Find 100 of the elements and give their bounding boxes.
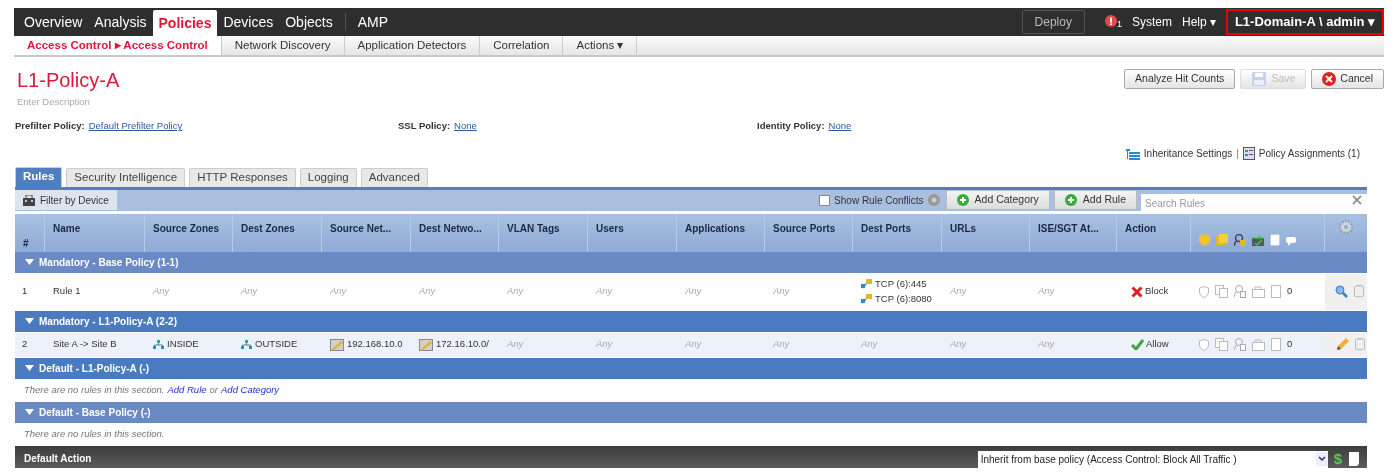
inheritance-link[interactable]: Inheritance Settings: [1143, 146, 1233, 161]
subnav-item[interactable]: Network Discovery: [221, 36, 345, 55]
column-header: VLAN Tags: [507, 222, 560, 234]
any-value: Any: [596, 337, 613, 352]
rule-tab[interactable]: Security Intelligence: [66, 167, 186, 187]
system-menu[interactable]: System: [1131, 13, 1172, 31]
deploy-button[interactable]: Deploy: [1021, 10, 1085, 34]
subnav-item[interactable]: Application Detectors: [344, 36, 481, 55]
hit-count: 0: [1287, 337, 1293, 352]
zone-icon: [153, 339, 164, 350]
port-icon: [861, 293, 872, 304]
any-value: Any: [773, 284, 790, 299]
action-label: Block: [1145, 284, 1169, 299]
any-value: Any: [419, 284, 436, 299]
collapse-icon: [25, 365, 34, 371]
conflicts-checkbox[interactable]: [819, 194, 831, 206]
nav-tab[interactable]: Analysis: [88, 8, 153, 36]
nav-tab[interactable]: Objects: [279, 8, 339, 36]
user-menu[interactable]: L1-Domain-A \ admin ▾: [1226, 9, 1384, 35]
empty-message: There are no rules in this section.: [24, 382, 165, 397]
nav-tab[interactable]: Policies: [152, 10, 218, 36]
collapse-icon: [25, 318, 34, 324]
subnav-item[interactable]: Access Control ▸ Access Control: [14, 36, 222, 55]
rule-tab[interactable]: Rules: [15, 166, 63, 187]
subnav-item[interactable]: Actions ▾: [563, 36, 638, 55]
column-header: Source Net...: [330, 222, 392, 234]
add-rule-link[interactable]: Add Rule: [167, 382, 207, 398]
port-icon: [861, 279, 872, 290]
document-icon: [1271, 285, 1281, 298]
shield-icon: [1199, 338, 1209, 351]
add-category-button[interactable]: Add Category: [945, 190, 1050, 210]
column-header: Dest Zones: [241, 222, 295, 234]
rule-name: Rule 1: [53, 284, 81, 299]
setting-link[interactable]: None: [828, 119, 852, 134]
any-value: Any: [950, 337, 967, 352]
help-menu[interactable]: Help ▾: [1182, 13, 1216, 31]
add-category-link[interactable]: Add Category: [221, 382, 280, 398]
zone-icon: [241, 339, 252, 350]
add-rule-button[interactable]: Add Rule: [1053, 190, 1137, 210]
save-icon: [1251, 72, 1268, 86]
setting-link[interactable]: None: [454, 119, 477, 134]
subnav-item[interactable]: Correlation: [480, 36, 564, 55]
any-value: Any: [685, 284, 702, 299]
column-header: Source Zones: [153, 222, 220, 234]
section-header[interactable]: Mandatory - L1-Policy-A (2-2): [15, 310, 1367, 332]
rule-tab[interactable]: Advanced: [360, 167, 428, 187]
rule-row[interactable]: 2 Site A -> Site B INSIDE OUTSIDE 192.168.10.0 172.16.10.0/ Any Any Any Any Any Any Any Allow 0: [15, 332, 1367, 357]
default-action-select[interactable]: Inherit from base policy (Access Control: Block All Traffic ): [977, 450, 1328, 468]
any-value: Any: [596, 284, 613, 299]
any-value: Any: [330, 284, 347, 299]
device-icon: [23, 194, 35, 206]
cell-value: TCP (6):8080: [875, 291, 932, 306]
folder-icon: [1216, 233, 1228, 246]
network-icon: [419, 338, 433, 351]
any-value: Any: [1038, 284, 1055, 299]
column-header: Action: [1125, 222, 1157, 234]
column-header: Source Ports: [773, 222, 836, 234]
any-value: Any: [861, 337, 878, 352]
setting-label: Identity Policy:: [757, 119, 825, 134]
variable-icon[interactable]: $: [1333, 449, 1342, 468]
any-value: Any: [950, 284, 967, 299]
lock-icon: [1234, 338, 1246, 351]
collapse-icon: [25, 409, 34, 415]
any-value: Any: [507, 284, 524, 299]
hit-count: 0: [1287, 284, 1293, 299]
default-action-label: Default Action: [24, 451, 92, 466]
filter-button[interactable]: Filter by Device: [15, 190, 117, 210]
document-icon: [1270, 233, 1280, 246]
assignment-icon: [1242, 147, 1255, 160]
conjunction: or: [209, 382, 218, 397]
nav-tab[interactable]: Devices: [217, 8, 280, 36]
setting-label: SSL Policy:: [398, 119, 451, 134]
rule-tab[interactable]: HTTP Responses: [189, 167, 296, 187]
comment-icon: [1286, 236, 1296, 246]
setting-link[interactable]: Default Prefilter Policy: [88, 119, 183, 134]
shield-icon: [1199, 285, 1209, 298]
plus-icon: [956, 194, 969, 206]
assignments-link[interactable]: Policy Assignments (1): [1258, 146, 1360, 161]
plus-icon: [1064, 194, 1077, 206]
toolbar-button[interactable]: Cancel: [1311, 69, 1384, 89]
settings-icon: [1339, 219, 1353, 234]
copy-icon: [1215, 285, 1228, 298]
rule-tab[interactable]: Logging: [299, 167, 357, 187]
nav-tab[interactable]: Overview: [18, 8, 89, 36]
cell-value: OUTSIDE: [255, 337, 298, 352]
alert-indicator[interactable]: 1: [1104, 15, 1122, 29]
search-field[interactable]: Search Rules: [1141, 193, 1367, 214]
delete-icon: [1354, 285, 1364, 298]
separator: |: [1236, 147, 1239, 161]
collapse-icon: [25, 259, 34, 265]
checkbox-label: Show Rule Conflicts: [834, 193, 924, 208]
column-header: ISE/SGT At...: [1038, 222, 1099, 234]
toolbar-button[interactable]: Analyze Hit Counts: [1124, 69, 1236, 89]
help-icon: [927, 194, 940, 206]
nav-tab[interactable]: AMP: [351, 8, 395, 36]
lock-icon: [1234, 285, 1246, 298]
lock-icon: [1234, 233, 1246, 246]
section-header[interactable]: Default - L1-Policy-A (-): [15, 357, 1367, 379]
any-value: Any: [773, 337, 790, 352]
cancel-icon: [1322, 72, 1337, 86]
